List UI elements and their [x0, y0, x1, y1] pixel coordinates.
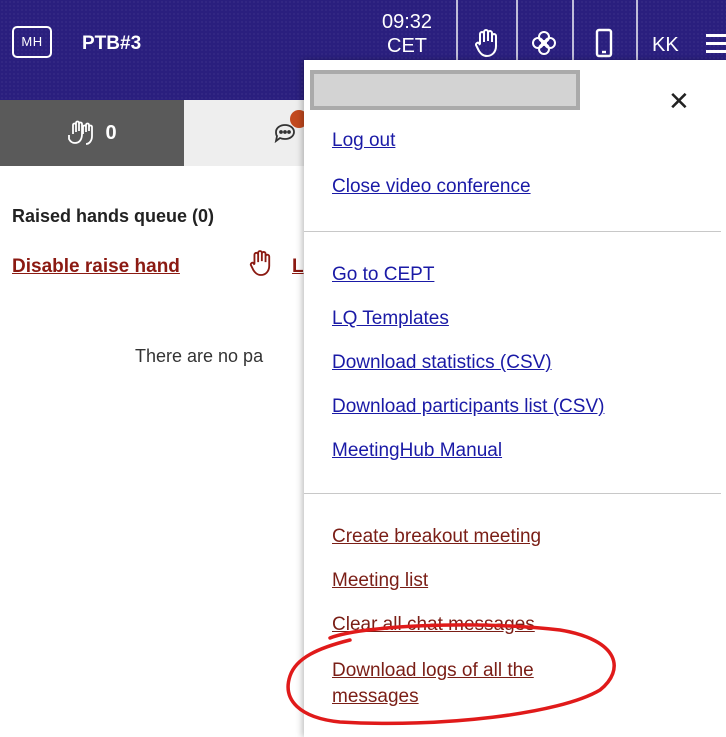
raise-hand-button[interactable] [466, 26, 506, 60]
queue-title: Raised hands queue (0) [12, 206, 215, 226]
lower-hand-link[interactable]: L [292, 256, 304, 278]
download-logs-line2: messages [332, 686, 419, 707]
download-statistics-link[interactable]: Download statistics (CSV) [332, 352, 552, 374]
room-name: PTB#3 [82, 33, 142, 54]
clock: 09:32 CET [362, 10, 452, 58]
disable-raise-hand-link[interactable]: Disable raise hand [12, 256, 180, 278]
header-divider [572, 0, 574, 60]
menu-divider [304, 231, 721, 232]
empty-participants-message: There are no pa [135, 346, 264, 366]
tab-raised-hands[interactable]: 0 [0, 100, 184, 166]
tab-chat[interactable] [184, 100, 304, 166]
user-name-redacted [310, 70, 580, 110]
raise-hand-icon[interactable] [248, 248, 272, 283]
meetinghub-manual-link[interactable]: MeetingHub Manual [332, 440, 502, 462]
go-to-cept-link[interactable]: Go to CEPT [332, 264, 434, 286]
user-initials[interactable]: KK [652, 34, 679, 57]
menu-divider [304, 493, 721, 494]
user-menu: ✕ Log out Close video conference Go to C… [304, 60, 726, 737]
device-button[interactable] [584, 26, 624, 60]
menu-icon[interactable] [706, 34, 726, 58]
meeting-list-link[interactable]: Meeting list [332, 570, 428, 592]
lq-templates-link[interactable]: LQ Templates [332, 308, 449, 330]
download-logs-line1: Download logs of all the [332, 660, 534, 681]
header-divider [636, 0, 638, 60]
theme-button[interactable] [524, 26, 564, 60]
phone-icon [595, 28, 613, 58]
header-divider [516, 0, 518, 60]
download-participants-link[interactable]: Download participants list (CSV) [332, 396, 604, 418]
flower-icon [532, 31, 556, 55]
header-divider [456, 0, 458, 60]
logout-link[interactable]: Log out [332, 130, 395, 152]
create-breakout-link[interactable]: Create breakout meeting [332, 526, 541, 548]
download-logs-link[interactable]: Download logs of all the messages [332, 658, 534, 710]
clock-time: 09:32 [381, 11, 433, 33]
raised-hands-count: 0 [105, 121, 117, 144]
clock-timezone: CET [387, 35, 427, 57]
hand-icon [475, 29, 497, 57]
meetinghub-logo: MH [12, 26, 52, 58]
clear-chat-link[interactable]: Clear all chat messages [332, 614, 535, 636]
close-icon[interactable]: ✕ [668, 86, 690, 116]
close-video-conference-link[interactable]: Close video conference [332, 176, 531, 198]
raised-hands-icon [68, 120, 94, 145]
